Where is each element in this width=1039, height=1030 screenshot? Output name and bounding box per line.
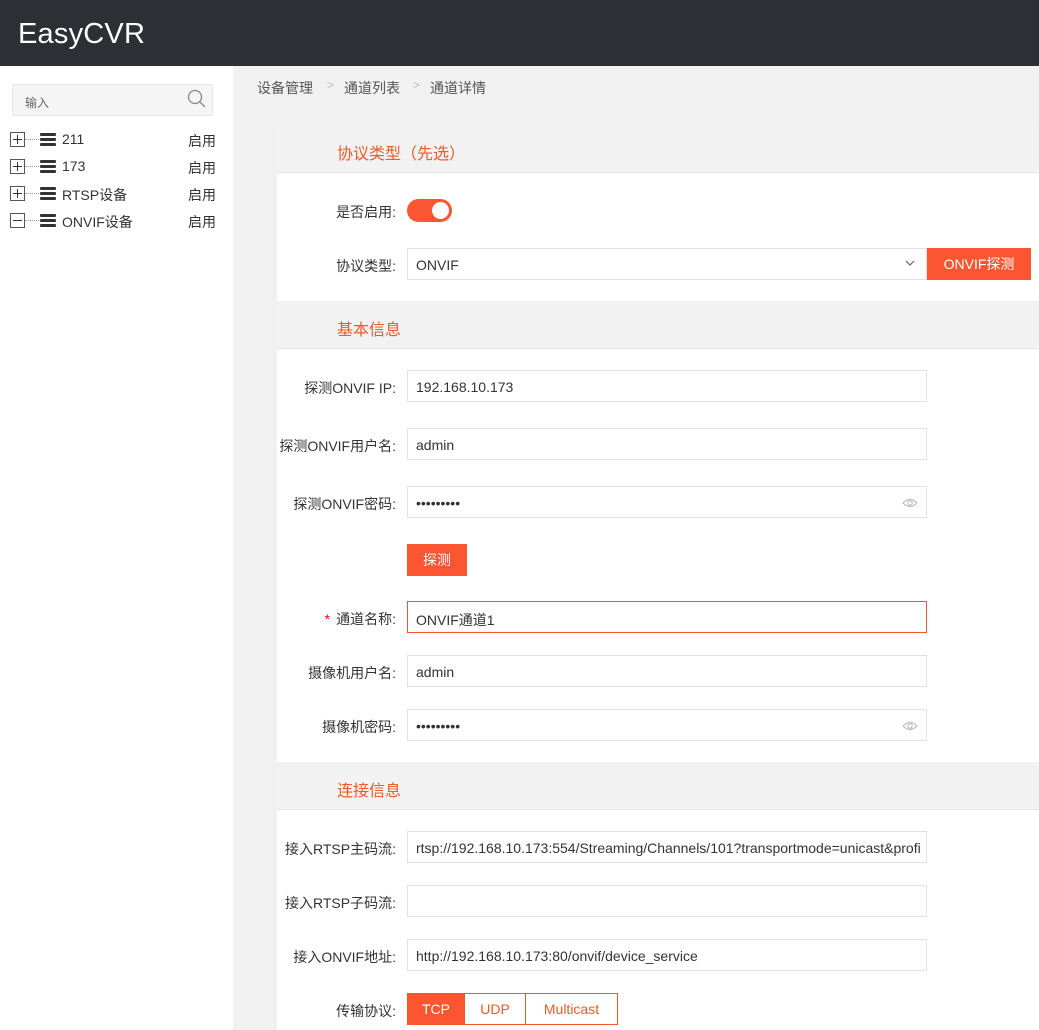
camera-pass-value: ••••••••• xyxy=(416,718,461,734)
expand-icon[interactable] xyxy=(10,186,25,201)
camera-user-input[interactable]: admin xyxy=(407,655,927,687)
server-icon xyxy=(40,187,56,201)
tree-node-211[interactable]: 211 启用 xyxy=(10,129,220,149)
channel-name-value: ONVIF通道1 xyxy=(416,612,495,628)
breadcrumb-channel-detail: 通道详情 xyxy=(430,80,486,96)
search-placeholder: 输入 xyxy=(25,96,50,110)
transport-tcp-option[interactable]: TCP xyxy=(407,993,465,1025)
section-connection-header: 连接信息 xyxy=(277,762,1039,810)
tree-connector xyxy=(25,193,39,194)
eye-icon[interactable] xyxy=(902,497,918,509)
onvif-probe-button[interactable]: ONVIF探测 xyxy=(927,248,1031,280)
tree-node-173[interactable]: 173 启用 xyxy=(10,156,220,176)
onvif-addr-value: http://192.168.10.173:80/onvif/device_se… xyxy=(416,948,698,964)
channel-name-label: * 通道名称: xyxy=(276,609,396,629)
breadcrumb-device-management[interactable]: 设备管理 xyxy=(257,78,313,98)
tree-node-label: RTSP设备 xyxy=(62,187,128,203)
rtsp-sub-input[interactable] xyxy=(407,885,927,917)
enabled-label: 是否启用: xyxy=(336,204,396,220)
server-icon xyxy=(40,133,56,147)
breadcrumb-channel-list[interactable]: 通道列表 xyxy=(344,78,400,98)
section-title: 基本信息 xyxy=(337,322,402,339)
section-title: 连接信息 xyxy=(337,783,402,800)
tree-node-status: 启用 xyxy=(188,187,216,203)
section-protocol-header: 协议类型（先选） xyxy=(277,125,1039,173)
collapse-icon[interactable] xyxy=(10,213,25,228)
tree-node-label: ONVIF设备 xyxy=(62,214,133,230)
section-title: 协议类型（先选） xyxy=(337,146,466,163)
probe-user-input[interactable]: admin xyxy=(407,428,927,460)
rtsp-sub-label: 接入RTSP子码流: xyxy=(285,895,396,911)
tree-node-label: 211 xyxy=(62,131,85,147)
eye-icon[interactable] xyxy=(902,720,918,732)
server-icon xyxy=(40,214,56,228)
probe-button[interactable]: 探测 xyxy=(407,544,467,576)
tree-search-input[interactable]: 输入 xyxy=(12,84,213,116)
search-icon[interactable] xyxy=(186,88,208,110)
rtsp-main-label: 接入RTSP主码流: xyxy=(285,841,396,857)
tree-node-rtsp[interactable]: RTSP设备 启用 xyxy=(10,183,220,203)
probe-pass-value: ••••••••• xyxy=(416,495,461,511)
camera-pass-label: 摄像机密码: xyxy=(322,719,396,735)
breadcrumb-separator: > xyxy=(413,78,421,92)
required-mark: * xyxy=(324,611,331,627)
protocol-select[interactable]: ONVIF xyxy=(407,248,927,280)
camera-user-value: admin xyxy=(416,664,455,680)
toggle-knob xyxy=(432,202,449,219)
tree-node-status: 启用 xyxy=(188,133,216,149)
transport-label: 传输协议: xyxy=(336,1003,396,1019)
channel-name-input[interactable]: ONVIF通道1 xyxy=(407,601,927,633)
expand-icon[interactable] xyxy=(10,159,25,174)
section-basic-header: 基本信息 xyxy=(277,301,1039,349)
transport-multicast-option[interactable]: Multicast xyxy=(525,993,618,1025)
enabled-toggle[interactable] xyxy=(407,199,452,222)
content-gutter xyxy=(233,66,257,1030)
tree-connector xyxy=(25,166,39,167)
probe-ip-input[interactable]: 192.168.10.173 xyxy=(407,370,927,402)
breadcrumb: 设备管理 > 通道列表 > 通道详情 xyxy=(257,66,1039,106)
probe-pass-label: 探测ONVIF密码: xyxy=(293,496,396,512)
tree-node-label: 173 xyxy=(62,158,86,174)
onvif-addr-label: 接入ONVIF地址: xyxy=(293,949,396,965)
server-icon xyxy=(40,160,56,174)
probe-ip-label: 探测ONVIF IP: xyxy=(304,380,396,396)
tree-node-onvif[interactable]: ONVIF设备 启用 xyxy=(10,210,220,230)
camera-pass-input[interactable]: ••••••••• xyxy=(407,709,927,741)
channel-name-label-text: 通道名称: xyxy=(336,611,396,627)
tree-connector xyxy=(25,220,39,221)
chevron-down-icon xyxy=(905,260,915,266)
app-logo-title: EasyCVR xyxy=(18,18,146,50)
camera-user-label: 摄像机用户名: xyxy=(308,665,396,681)
breadcrumb-separator: > xyxy=(327,78,335,92)
rtsp-main-value: rtsp://192.168.10.173:554/Streaming/Chan… xyxy=(416,840,920,856)
tree-node-status: 启用 xyxy=(188,214,216,230)
probe-ip-value: 192.168.10.173 xyxy=(416,379,514,395)
protocol-label: 协议类型: xyxy=(336,258,396,274)
probe-pass-input[interactable]: ••••••••• xyxy=(407,486,927,518)
probe-user-value: admin xyxy=(416,437,455,453)
rtsp-main-input[interactable]: rtsp://192.168.10.173:554/Streaming/Chan… xyxy=(407,831,927,863)
top-bar: EasyCVR xyxy=(0,0,1039,66)
tree-node-status: 启用 xyxy=(188,160,216,176)
tree-connector xyxy=(25,139,39,140)
probe-user-label: 探测ONVIF用户名: xyxy=(279,438,396,454)
transport-udp-option[interactable]: UDP xyxy=(464,993,526,1025)
protocol-value: ONVIF xyxy=(416,257,459,273)
onvif-addr-input[interactable]: http://192.168.10.173:80/onvif/device_se… xyxy=(407,939,927,971)
expand-icon[interactable] xyxy=(10,132,25,147)
